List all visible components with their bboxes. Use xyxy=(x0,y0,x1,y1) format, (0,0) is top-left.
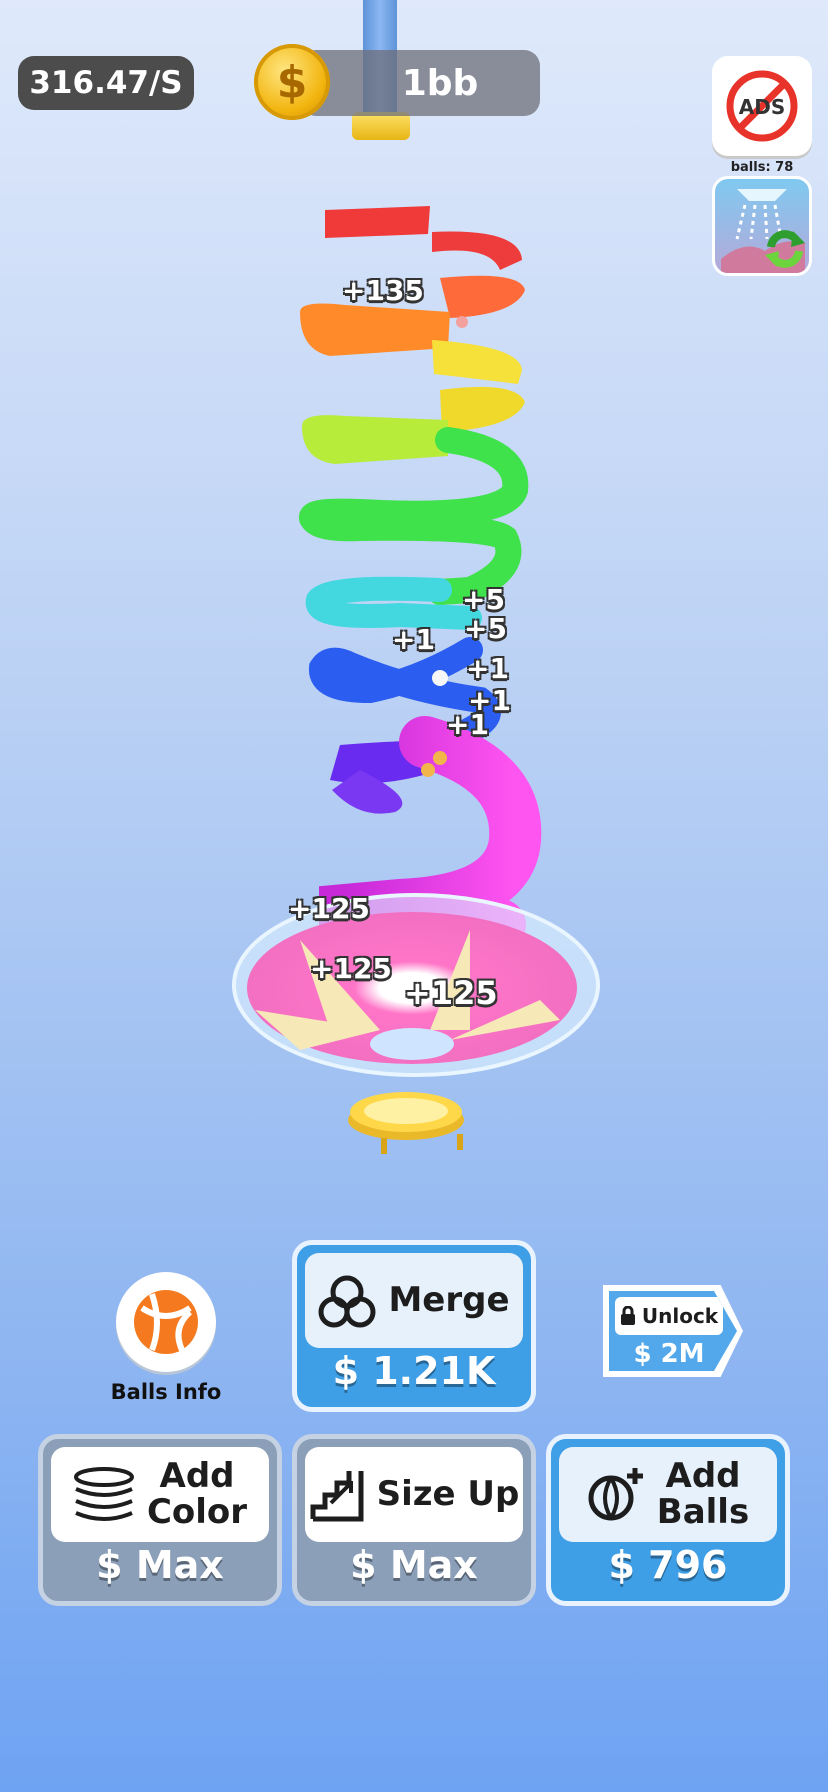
score-popup: +135 xyxy=(342,274,424,307)
merge-button-face: Merge xyxy=(305,1253,523,1348)
score-popup: +1 xyxy=(446,708,489,741)
merge-price: $ 1.21K xyxy=(332,1349,496,1393)
unlock-label: Unlock xyxy=(641,1304,719,1328)
score-popup: +125 xyxy=(310,952,392,985)
beach-ball-icon xyxy=(134,1290,198,1354)
merge-label: Merge xyxy=(388,1279,510,1320)
add-color-button[interactable]: Add Color $ Max xyxy=(38,1434,282,1606)
rail-yellow-2 xyxy=(440,386,525,432)
rail-orange-2 xyxy=(300,303,450,356)
stack-layers-icon xyxy=(73,1466,134,1521)
unlock-price: $ 2M xyxy=(633,1339,705,1369)
size-up-button[interactable]: Size Up $ Max xyxy=(292,1434,536,1606)
add-balls-line2: Balls xyxy=(656,1491,750,1532)
score-popup: +125 xyxy=(404,974,498,1012)
rail-red-2 xyxy=(432,231,522,270)
rail-orange-1 xyxy=(440,275,525,318)
add-balls-face: Add Balls xyxy=(559,1447,777,1542)
lock-icon xyxy=(620,1306,635,1325)
add-balls-price: $ 796 xyxy=(608,1543,728,1587)
size-up-label: Size Up xyxy=(376,1473,520,1514)
unlock-label-box: Unlock xyxy=(615,1297,723,1335)
add-color-label: Add Color xyxy=(146,1455,248,1532)
size-up-price: $ Max xyxy=(350,1543,478,1587)
rail-lime xyxy=(302,415,448,464)
add-balls-label: Add Balls xyxy=(656,1455,750,1532)
merge-circles-icon xyxy=(318,1275,376,1327)
add-color-line1: Add xyxy=(159,1455,235,1496)
score-popup: +1 xyxy=(466,652,509,685)
rail-yellow-1 xyxy=(432,340,522,384)
score-popup: +5 xyxy=(464,612,507,645)
score-popup: +1 xyxy=(392,623,435,656)
add-color-line2: Color xyxy=(146,1491,248,1532)
size-up-face: Size Up xyxy=(305,1447,523,1542)
score-popup: +125 xyxy=(288,892,370,925)
balls-info-label: Balls Info xyxy=(110,1380,222,1404)
balls-info-button[interactable] xyxy=(116,1272,216,1372)
stairs-up-icon xyxy=(310,1470,364,1521)
add-color-price: $ Max xyxy=(96,1543,224,1587)
unlock-face: Unlock $ 2M xyxy=(609,1291,737,1371)
unlock-button[interactable]: Unlock $ 2M xyxy=(603,1285,743,1377)
ball-plus-icon xyxy=(588,1467,643,1520)
add-balls-button[interactable]: Add Balls $ 796 xyxy=(546,1434,790,1606)
add-color-face: Add Color xyxy=(51,1447,269,1542)
spiral-tower-scene xyxy=(232,206,600,1154)
add-balls-line1: Add xyxy=(665,1455,741,1496)
merge-button[interactable]: Merge $ 1.21K xyxy=(292,1240,536,1412)
rail-red-1 xyxy=(325,206,430,238)
